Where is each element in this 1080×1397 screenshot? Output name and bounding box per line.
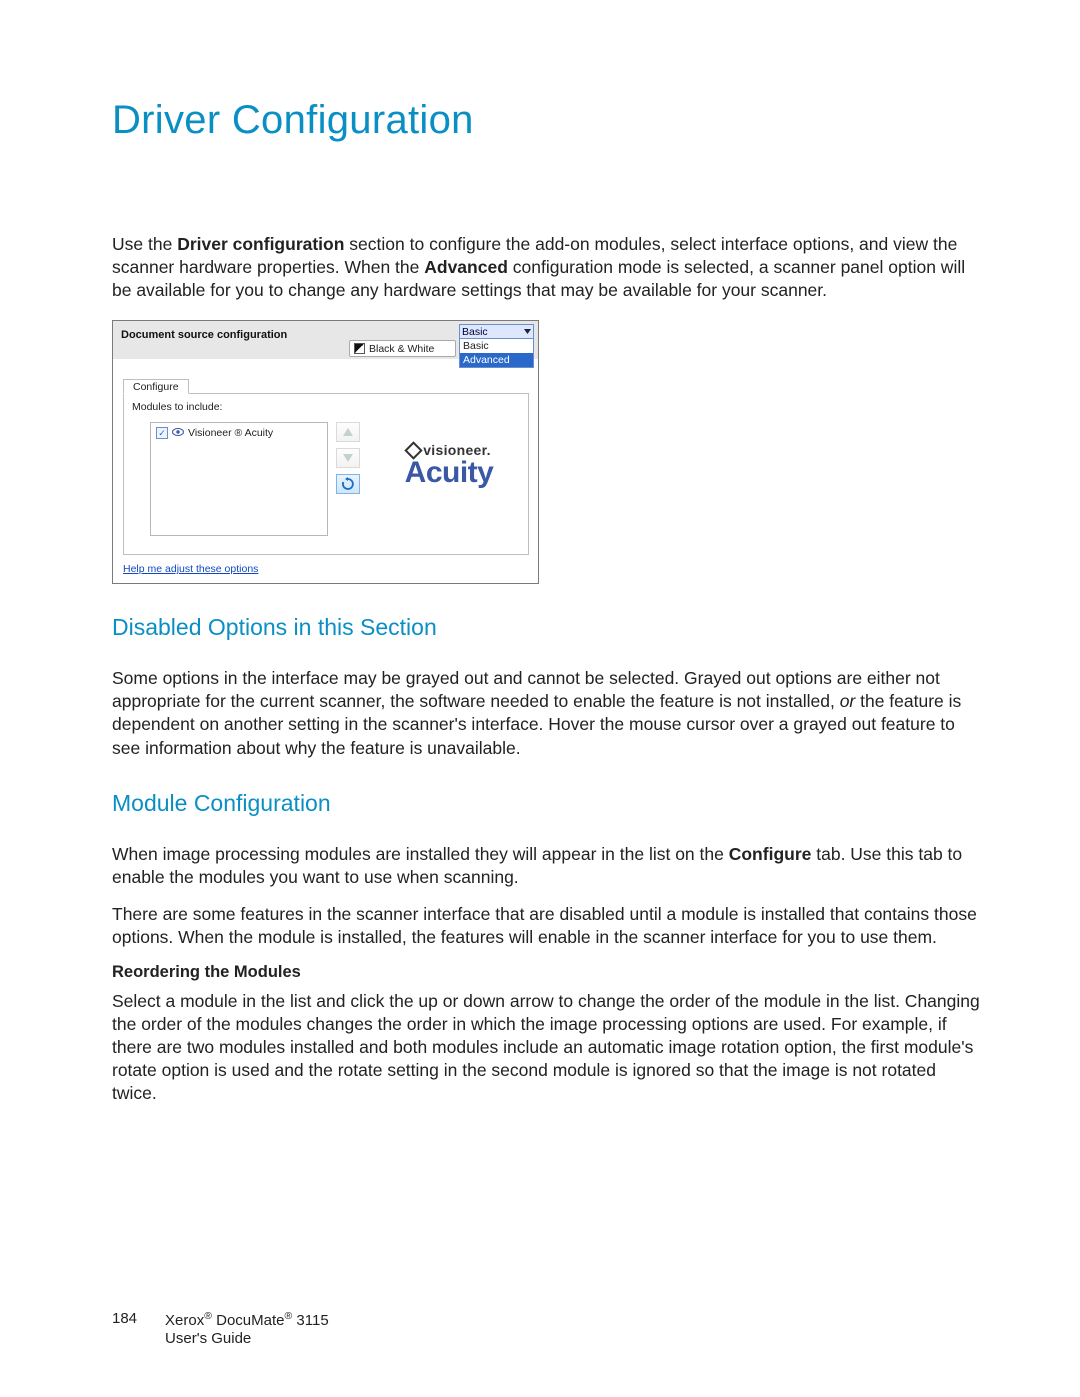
acuity-logo: Acuity xyxy=(376,456,522,490)
acuity-eye-icon xyxy=(172,427,184,439)
module-logo: visioneer. Acuity xyxy=(376,442,522,490)
disabled-paragraph: Some options in the interface may be gra… xyxy=(112,667,980,759)
move-down-button[interactable] xyxy=(336,448,360,468)
bw-icon xyxy=(354,343,365,354)
text: 3115 xyxy=(292,1312,328,1329)
combo-option-selected[interactable]: Advanced xyxy=(460,353,533,367)
text-bold: Driver configuration xyxy=(177,234,344,254)
module-paragraph-1: When image processing modules are instal… xyxy=(112,843,980,889)
reorder-paragraph: Select a module in the list and click th… xyxy=(112,990,980,1105)
page-title: Driver Configuration xyxy=(112,98,980,143)
text-bold: Advanced xyxy=(424,257,508,277)
page-number: 184 xyxy=(112,1310,137,1350)
move-up-button[interactable] xyxy=(336,422,360,442)
text-bold: Configure xyxy=(729,844,812,864)
footer-doc-title: Xerox® DocuMate® 3115 User's Guide xyxy=(165,1310,329,1350)
checkbox-checked[interactable]: ✓ xyxy=(156,427,168,439)
chevron-down-icon xyxy=(524,328,531,335)
modules-include-label: Modules to include: xyxy=(132,401,520,413)
text: When image processing modules are instal… xyxy=(112,844,729,864)
text: Some options in the interface may be gra… xyxy=(112,668,940,711)
list-item[interactable]: ✓ Visioneer ® Acuity xyxy=(156,427,322,439)
heading-disabled-options: Disabled Options in this Section xyxy=(112,614,980,641)
module-paragraph-2: There are some features in the scanner i… xyxy=(112,903,980,949)
text: DocuMate xyxy=(212,1312,285,1329)
mode-dropdown[interactable]: Basic xyxy=(459,324,534,339)
module-name: Visioneer ® Acuity xyxy=(188,427,273,439)
bw-label: Black & White xyxy=(369,343,434,355)
screenshot-header: Document source configuration Black & Wh… xyxy=(113,321,538,359)
tab-configure[interactable]: Configure xyxy=(123,379,189,394)
mode-dropdown-list[interactable]: Basic Advanced xyxy=(459,338,534,368)
config-screenshot: Document source configuration Black & Wh… xyxy=(112,320,539,584)
text-italic: or xyxy=(840,691,856,711)
black-white-pill[interactable]: Black & White xyxy=(349,340,456,357)
text: User's Guide xyxy=(165,1330,251,1347)
text: Use the xyxy=(112,234,177,254)
modules-listbox[interactable]: ✓ Visioneer ® Acuity xyxy=(150,422,328,536)
text: Xerox xyxy=(165,1312,204,1329)
registered-icon: ® xyxy=(204,1310,212,1322)
combo-option[interactable]: Basic xyxy=(460,339,533,353)
doc-source-label: Document source configuration xyxy=(121,325,287,341)
combo-selected: Basic xyxy=(462,326,488,338)
heading-reordering: Reordering the Modules xyxy=(112,963,980,982)
help-link[interactable]: Help me adjust these options xyxy=(123,563,258,575)
refresh-button[interactable] xyxy=(336,474,360,494)
intro-paragraph: Use the Driver configuration section to … xyxy=(112,233,980,302)
tab-panel: Modules to include: ✓ Visioneer ® Acuity xyxy=(123,393,529,555)
heading-module-config: Module Configuration xyxy=(112,790,980,817)
page-footer: 184 Xerox® DocuMate® 3115 User's Guide xyxy=(112,1310,329,1350)
